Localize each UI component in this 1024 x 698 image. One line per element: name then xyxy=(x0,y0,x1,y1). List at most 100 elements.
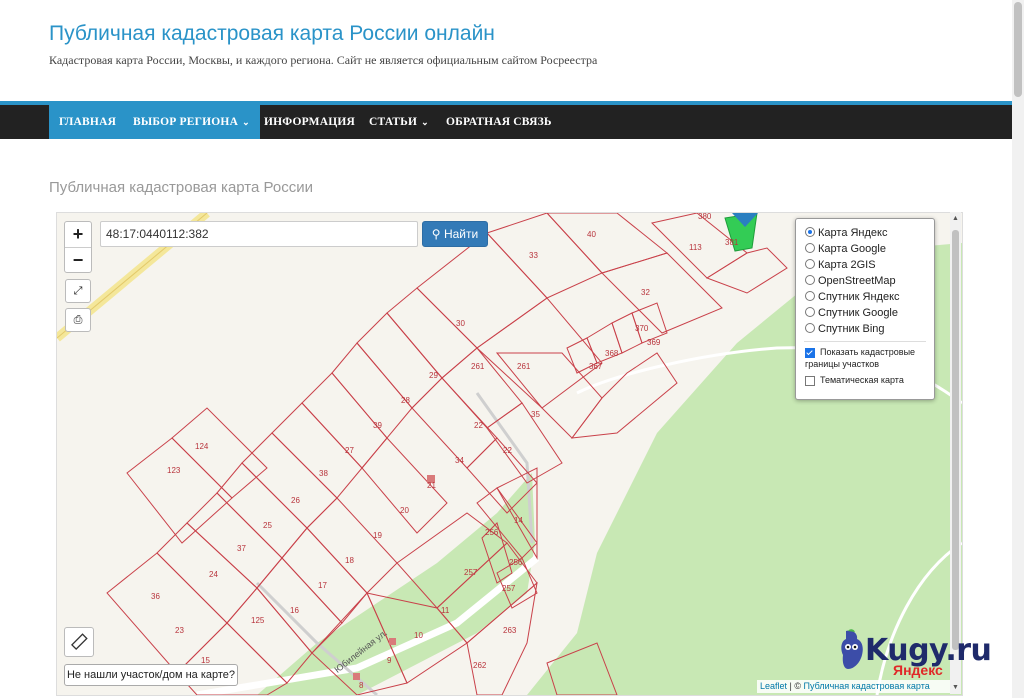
layer-label: Спутник Google xyxy=(818,307,898,319)
plot-number-label: 37 xyxy=(237,544,246,553)
search-button[interactable]: ⚲ Найти xyxy=(422,221,488,247)
building xyxy=(389,638,396,645)
radio-icon[interactable] xyxy=(805,291,815,302)
scroll-up-icon[interactable]: ▲ xyxy=(952,215,959,222)
plot-number-label: 263 xyxy=(503,626,517,635)
leaflet-link[interactable]: Leaflet xyxy=(760,681,787,691)
print-button[interactable]: ⎙ xyxy=(65,308,91,332)
plot-number-label: 30 xyxy=(456,319,465,328)
site-title[interactable]: Публичная кадастровая карта России онлай… xyxy=(49,22,495,46)
scroll-down-icon[interactable]: ▼ xyxy=(952,684,959,691)
plot-number-label: 125 xyxy=(251,616,265,625)
plot-number-label: 27 xyxy=(345,446,354,455)
plot-number-label: 34 xyxy=(455,456,464,465)
radio-icon[interactable] xyxy=(805,259,815,270)
nav-item-home-label: ГЛАВНАЯ xyxy=(59,116,117,128)
fullscreen-icon: ⤢ xyxy=(73,285,83,297)
plot-number-label: 369 xyxy=(647,338,661,347)
plot-number-label: 370 xyxy=(635,324,649,333)
nav-item-info-label: ИНФОРМАЦИЯ xyxy=(264,116,356,128)
main-navbar: ГЛАВНАЯ ВЫБОР РЕГИОНА ⌄ ИНФОРМАЦИЯ СТАТЬИ… xyxy=(0,105,1012,139)
overlay-thematic-map[interactable]: Тематическая карта xyxy=(805,374,904,386)
nav-item-region-label: ВЫБОР РЕГИОНА xyxy=(133,116,239,128)
park-area xyxy=(257,473,535,695)
building xyxy=(353,673,360,680)
layer-label: OpenStreetMap xyxy=(818,275,896,287)
plot-number-label: 14 xyxy=(514,516,523,525)
radio-icon[interactable] xyxy=(805,307,815,318)
zoom-out-button[interactable]: − xyxy=(65,248,91,273)
nav-item-region[interactable]: ВЫБОР РЕГИОНА ⌄ xyxy=(123,105,260,139)
chevron-down-icon: ⌄ xyxy=(421,117,429,127)
plot-number-label: 26 xyxy=(291,496,300,505)
zoom-in-button[interactable]: + xyxy=(65,222,91,248)
plot-number-label: 380 xyxy=(698,213,712,221)
plot-number-label: 23 xyxy=(175,626,184,635)
page-scrollbar-thumb[interactable] xyxy=(1014,2,1022,97)
radio-icon[interactable] xyxy=(805,275,815,286)
plot-number-label: 38 xyxy=(319,469,328,478)
plot-number-label: 257 xyxy=(464,568,478,577)
layer-option-osm[interactable]: OpenStreetMap xyxy=(805,274,896,288)
overlay-cadastral-borders[interactable]: Показать кадастровые границы участков xyxy=(805,346,923,370)
plot-number-label: 257 xyxy=(502,584,516,593)
map-scrollbar[interactable]: ▲ ▼ xyxy=(950,212,961,694)
measure-button[interactable] xyxy=(64,627,94,657)
plot-number-label: 10 xyxy=(414,631,423,640)
nav-item-info[interactable]: ИНФОРМАЦИЯ xyxy=(264,105,355,139)
radio-icon[interactable] xyxy=(805,323,815,334)
checkbox-icon[interactable] xyxy=(805,348,815,358)
plot-number-label: 368 xyxy=(605,349,619,358)
not-found-button[interactable]: Не нашли участок/дом на карте? xyxy=(64,664,238,686)
nav-item-articles[interactable]: СТАТЬИ ⌄ xyxy=(369,105,429,139)
layer-option-google-map[interactable]: Карта Google xyxy=(805,242,886,256)
layer-option-bing-satellite[interactable]: Спутник Bing xyxy=(805,322,885,336)
plot-number-label: 9 xyxy=(387,656,392,665)
nav-item-articles-label: СТАТЬИ xyxy=(369,116,418,128)
layer-switcher: Карта Яндекс Карта Google Карта 2GIS Ope… xyxy=(795,218,935,400)
layer-option-yandex-map[interactable]: Карта Яндекс xyxy=(805,226,887,240)
layer-divider xyxy=(804,341,926,342)
plot-number-label: 32 xyxy=(641,288,650,297)
map-attribution: Leaflet | © Публичная кадастровая карта xyxy=(757,680,950,693)
checkbox-icon[interactable] xyxy=(805,376,815,386)
plot-number-label: 21 xyxy=(427,481,436,490)
ruler-icon xyxy=(71,633,88,650)
overlay-label: Тематическая карта xyxy=(820,375,904,385)
layer-label: Спутник Яндекс xyxy=(818,291,900,303)
print-icon: ⎙ xyxy=(73,314,83,326)
plot-number-label: 256 xyxy=(485,528,499,537)
cadastral-map-link[interactable]: Публичная кадастровая карта xyxy=(804,681,930,691)
layer-label: Спутник Bing xyxy=(818,323,885,335)
plot-number-label: 262 xyxy=(473,661,487,670)
layer-label: Карта Яндекс xyxy=(818,227,888,239)
plot-number-label: 25 xyxy=(263,521,272,530)
plot-number-label: 18 xyxy=(345,556,354,565)
nav-item-home[interactable]: ГЛАВНАЯ xyxy=(49,105,127,139)
layer-option-2gis-map[interactable]: Карта 2GIS xyxy=(805,258,876,272)
kugy-watermark: Kugy.ru xyxy=(865,633,992,668)
plot-number-label: 39 xyxy=(373,421,382,430)
layer-label: Карта Google xyxy=(818,243,886,255)
plot-number-label: 256 xyxy=(509,558,523,567)
layer-option-yandex-satellite[interactable]: Спутник Яндекс xyxy=(805,290,900,304)
plot-number-label: 24 xyxy=(209,570,218,579)
plot-number-label: 124 xyxy=(195,442,209,451)
page-heading: Публичная кадастровая карта России xyxy=(49,179,313,196)
plot-number-label: 29 xyxy=(429,371,438,380)
layer-option-google-satellite[interactable]: Спутник Google xyxy=(805,306,898,320)
plot-number-label: 20 xyxy=(400,506,409,515)
radio-icon[interactable] xyxy=(805,227,815,238)
nav-item-feedback[interactable]: ОБРАТНАЯ СВЯЗЬ xyxy=(446,105,552,139)
zoom-control: + − xyxy=(64,221,92,273)
page-scrollbar[interactable] xyxy=(1012,0,1024,698)
fullscreen-button[interactable]: ⤢ xyxy=(65,279,91,303)
map-scrollbar-thumb[interactable] xyxy=(952,230,959,650)
cadastral-search-input[interactable] xyxy=(100,221,418,247)
plot-number-label: 33 xyxy=(529,251,538,260)
radio-icon[interactable] xyxy=(805,243,815,254)
plot-number-label: 22 xyxy=(474,421,483,430)
plot-number-label: 8 xyxy=(359,681,364,690)
plot-number-label: 16 xyxy=(290,606,299,615)
plot-number-label: 381 xyxy=(725,238,739,247)
